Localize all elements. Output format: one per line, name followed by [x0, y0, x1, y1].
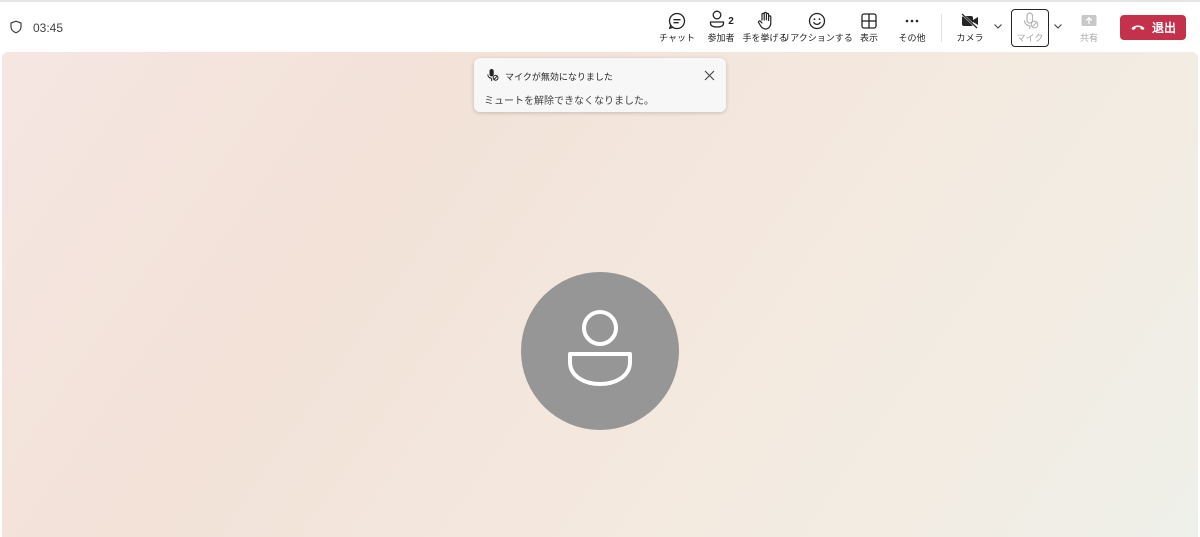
- leave-button[interactable]: 退出: [1120, 15, 1186, 40]
- meeting-timer: 03:45: [33, 21, 64, 35]
- notification-header: マイクが無効になりました: [486, 67, 613, 86]
- more-button[interactable]: その他: [897, 10, 927, 46]
- chat-button[interactable]: チャット: [659, 10, 695, 46]
- mic-disabled-icon: [486, 67, 499, 86]
- react-button[interactable]: リアクションする: [781, 10, 853, 46]
- chat-label: チャット: [659, 33, 695, 43]
- share-label: 共有: [1079, 33, 1098, 43]
- participants-button[interactable]: 2 参加者: [703, 10, 739, 46]
- share-button[interactable]: 共有: [1075, 10, 1103, 46]
- toolbar-divider: [941, 14, 942, 42]
- raise-hand-button[interactable]: 手を挙げる: [743, 10, 788, 46]
- react-label: リアクションする: [781, 33, 853, 43]
- meeting-toolbar: 03:45 チャット 2 参加者 手を挙げる リアクションする 表示 その他 カ…: [0, 0, 1200, 50]
- participants-label: 参加者: [707, 33, 735, 43]
- notification-title: マイクが無効になりました: [505, 72, 613, 82]
- mic-disabled-notification: マイクが無効になりました ミュートを解除できなくなりました。: [474, 58, 726, 112]
- view-button[interactable]: 表示: [854, 10, 884, 46]
- shield-icon: [9, 19, 23, 38]
- mic-disabled-icon: [1021, 10, 1039, 32]
- camera-button[interactable]: カメラ: [956, 10, 984, 46]
- mic-button[interactable]: マイク: [1013, 10, 1047, 46]
- more-label: その他: [898, 33, 926, 43]
- mic-options-chevron-icon[interactable]: [1051, 19, 1065, 33]
- hand-icon: [756, 10, 774, 32]
- camera-label: カメラ: [956, 33, 984, 43]
- avatar: [521, 272, 679, 430]
- leave-label: 退出: [1151, 21, 1176, 35]
- meeting-info: 03:45: [9, 18, 63, 38]
- notification-body: ミュートを解除できなくなりました。: [484, 96, 654, 107]
- close-icon[interactable]: [702, 68, 716, 82]
- mic-label: マイク: [1016, 33, 1044, 43]
- view-label: 表示: [859, 33, 878, 43]
- camera-options-chevron-icon[interactable]: [991, 19, 1005, 33]
- participants-count: 2: [728, 15, 734, 27]
- video-stage: [2, 52, 1198, 537]
- person-icon: [564, 308, 636, 394]
- smiley-icon: [807, 10, 827, 32]
- participants-icon-wrap: 2: [708, 10, 734, 32]
- person-icon: [708, 9, 726, 33]
- hang-up-icon: [1130, 21, 1146, 35]
- grid-view-icon: [860, 10, 878, 32]
- share-icon: [1080, 10, 1098, 32]
- camera-off-icon: [960, 10, 980, 32]
- chat-icon: [667, 10, 687, 32]
- more-icon: [903, 10, 921, 32]
